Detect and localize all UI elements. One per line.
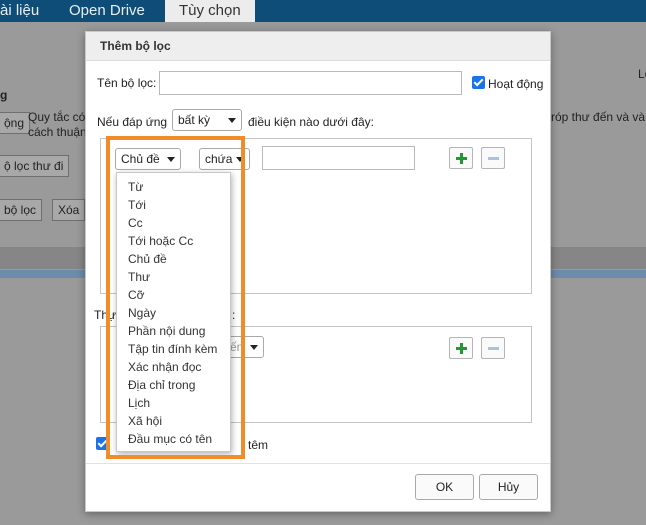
add-action-button[interactable] — [449, 337, 473, 359]
tab-options[interactable]: Tùy chọn — [165, 0, 255, 22]
bg-button-outgoing-filter: ộ lọc thư đi — [0, 155, 70, 177]
cancel-button[interactable]: Hủy — [479, 474, 538, 500]
stop-processing-label-fragment: têm — [248, 438, 269, 452]
add-condition-button[interactable] — [449, 147, 473, 169]
dialog-header: Thêm bộ lọc — [86, 32, 550, 61]
dialog-title: Thêm bộ lọc — [100, 39, 171, 53]
plus-icon — [456, 153, 467, 164]
match-type-value: bất kỳ — [178, 113, 211, 127]
bg-right-label: Lọ — [638, 67, 646, 81]
filter-name-label: Tên bộ lọc: — [97, 76, 157, 90]
bg-rule-text-1: Quy tắc có — [28, 110, 86, 124]
condition-value-input[interactable] — [262, 146, 415, 170]
remove-action-button[interactable] — [481, 337, 505, 359]
bg-rule-text-2: cách thuận — [28, 125, 87, 139]
bg-button-delete: Xóa — [52, 199, 86, 221]
bg-button-active: ộng — [0, 112, 31, 134]
minus-icon — [488, 347, 499, 350]
tab-documents[interactable]: ài liệu — [0, 0, 39, 22]
active-label: Hoạt động — [488, 77, 544, 91]
filter-name-input[interactable] — [159, 71, 462, 95]
ok-button[interactable]: OK — [415, 474, 474, 500]
match-prefix-label: Nếu đáp ứng — [97, 115, 168, 129]
active-checkbox[interactable] — [472, 76, 485, 89]
minus-icon — [488, 157, 499, 160]
bg-button-filter: bộ lọc — [0, 199, 43, 221]
chevron-down-icon — [250, 345, 258, 350]
dialog-footer-divider — [86, 463, 550, 464]
plus-icon — [456, 343, 467, 354]
tab-open-drive[interactable]: Open Drive — [69, 0, 145, 22]
match-type-select[interactable]: bất kỳ — [172, 109, 242, 131]
remove-condition-button[interactable] — [481, 147, 505, 169]
bg-rule-text-right: róp thư đến và và — [551, 110, 646, 124]
top-nav-bar: ài liệu Open Drive Tùy chọn — [0, 0, 646, 22]
chevron-down-icon — [228, 118, 236, 123]
highlight-box — [106, 136, 245, 459]
match-suffix-label: điều kiện nào dưới đây: — [248, 115, 374, 129]
bg-left-g: g — [0, 88, 8, 102]
